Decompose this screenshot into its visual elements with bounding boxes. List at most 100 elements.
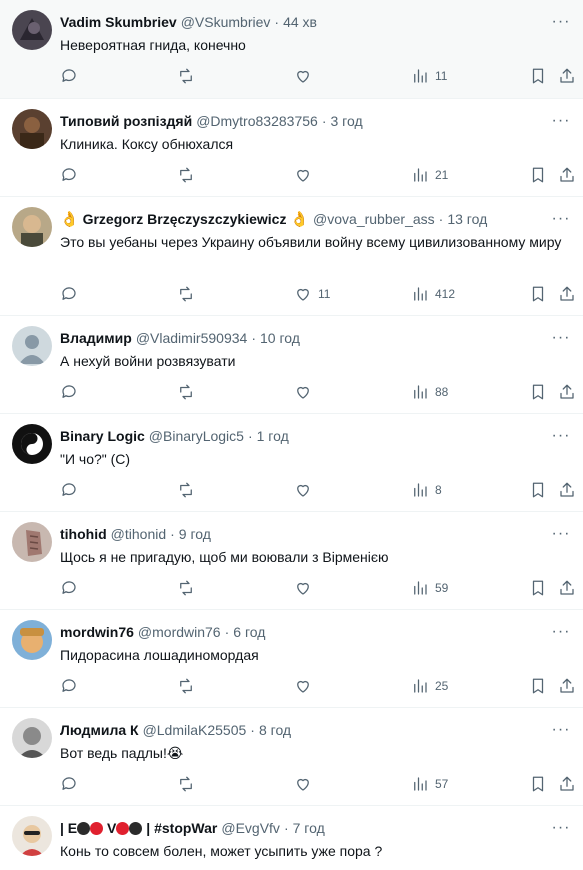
retweet-button[interactable]: [177, 165, 195, 185]
user-handle[interactable]: @VSkumbriev: [181, 14, 271, 30]
bookmark-button[interactable]: [529, 480, 547, 500]
more-options-icon[interactable]: ···: [551, 209, 571, 229]
timestamp[interactable]: 7 год: [293, 820, 325, 836]
like-button[interactable]: [294, 66, 318, 86]
views-button[interactable]: 412: [411, 284, 455, 304]
user-handle[interactable]: @EvgVfv: [221, 820, 280, 836]
more-options-icon[interactable]: ···: [551, 622, 571, 642]
like-button[interactable]: [294, 774, 318, 794]
like-button[interactable]: 11: [294, 284, 330, 304]
avatar[interactable]: [12, 620, 52, 660]
display-name[interactable]: Людмила К: [60, 722, 139, 738]
user-handle[interactable]: @Dmytro83283756: [196, 113, 318, 129]
retweet-button[interactable]: [177, 66, 195, 86]
display-name[interactable]: Типовий розпіздяй: [60, 113, 192, 129]
avatar[interactable]: [12, 424, 52, 464]
reply-tweet[interactable]: Людмила К @LdmilaK25505 · 8 год ··· Вот вед…: [0, 708, 583, 806]
display-name[interactable]: tihohid: [60, 526, 107, 542]
reply-button[interactable]: [60, 676, 78, 696]
reply-button[interactable]: [60, 480, 78, 500]
reply-button[interactable]: [60, 382, 78, 402]
retweet-button[interactable]: [177, 284, 195, 304]
retweet-button[interactable]: [177, 382, 195, 402]
share-button[interactable]: [558, 676, 576, 696]
share-button[interactable]: [558, 165, 576, 185]
more-options-icon[interactable]: ···: [551, 426, 571, 446]
avatar[interactable]: [12, 207, 52, 247]
display-name[interactable]: Grzegorz Brzęczyszczykiewicz: [83, 211, 287, 227]
user-handle[interactable]: @tihonid: [111, 526, 166, 542]
bookmark-button[interactable]: [529, 578, 547, 598]
bookmark-button[interactable]: [529, 284, 547, 304]
reply-tweet[interactable]: mordwin76 @mordwin76 · 6 год ··· Пидорасина…: [0, 610, 583, 708]
display-name[interactable]: | E V | #stopWar: [60, 820, 217, 836]
timestamp[interactable]: 1 год: [257, 428, 289, 444]
timestamp[interactable]: 10 год: [260, 330, 300, 346]
reply-tweet[interactable]: Binary Logic @BinaryLogic5 · 1 год ··· "И ч…: [0, 414, 583, 512]
views-button[interactable]: 8: [411, 480, 442, 500]
bookmark-button[interactable]: [529, 165, 547, 185]
reply-tweet[interactable]: Владимир @Vladimir590934 · 10 год ··· А нех…: [0, 316, 583, 414]
user-handle[interactable]: @Vladimir590934: [136, 330, 248, 346]
timestamp[interactable]: 44 хв: [283, 14, 317, 30]
user-handle[interactable]: @LdmilaK25505: [143, 722, 247, 738]
avatar[interactable]: [12, 816, 52, 856]
display-name[interactable]: Vadim Skumbriev: [60, 14, 177, 30]
like-button[interactable]: [294, 165, 318, 185]
avatar[interactable]: [12, 10, 52, 50]
reply-tweet[interactable]: | E V | #stopWar @EvgVfv · 7 год ··· Конь т…: [0, 806, 583, 866]
bookmark-button[interactable]: [529, 66, 547, 86]
bookmark-button[interactable]: [529, 382, 547, 402]
share-button[interactable]: [558, 66, 576, 86]
views-button[interactable]: 25: [411, 676, 448, 696]
more-options-icon[interactable]: ···: [551, 524, 571, 544]
more-options-icon[interactable]: ···: [551, 111, 571, 131]
timestamp[interactable]: 8 год: [259, 722, 291, 738]
display-name[interactable]: Binary Logic: [60, 428, 145, 444]
retweet-button[interactable]: [177, 676, 195, 696]
bookmark-button[interactable]: [529, 676, 547, 696]
reply-tweet[interactable]: Vadim Skumbriev @VSkumbriev · 44 хв ··· Нев…: [0, 0, 583, 99]
retweet-button[interactable]: [177, 578, 195, 598]
timestamp[interactable]: 13 год: [447, 211, 487, 227]
reply-button[interactable]: [60, 284, 78, 304]
like-button[interactable]: [294, 480, 318, 500]
like-button[interactable]: [294, 676, 318, 696]
reply-tweet[interactable]: tihohid @tihonid · 9 год ··· Щось я не приг…: [0, 512, 583, 610]
display-name[interactable]: mordwin76: [60, 624, 134, 640]
avatar[interactable]: [12, 522, 52, 562]
reply-button[interactable]: [60, 165, 78, 185]
timestamp[interactable]: 6 год: [233, 624, 265, 640]
retweet-button[interactable]: [177, 480, 195, 500]
retweet-button[interactable]: [177, 774, 195, 794]
user-handle[interactable]: @mordwin76: [138, 624, 221, 640]
views-button[interactable]: 59: [411, 578, 448, 598]
user-handle[interactable]: @BinaryLogic5: [149, 428, 244, 444]
timestamp[interactable]: 3 год: [330, 113, 362, 129]
like-button[interactable]: [294, 382, 318, 402]
share-button[interactable]: [558, 284, 576, 304]
views-button[interactable]: 57: [411, 774, 448, 794]
reply-button[interactable]: [60, 66, 78, 86]
views-button[interactable]: 21: [411, 165, 448, 185]
timestamp[interactable]: 9 год: [179, 526, 211, 542]
avatar[interactable]: [12, 718, 52, 758]
bookmark-button[interactable]: [529, 774, 547, 794]
more-options-icon[interactable]: ···: [551, 720, 571, 740]
user-handle[interactable]: @vova_rubber_ass: [313, 211, 435, 227]
reply-tweet[interactable]: Типовий розпіздяй @Dmytro83283756 · 3 год ·…: [0, 99, 583, 197]
more-options-icon[interactable]: ···: [551, 818, 571, 838]
reply-button[interactable]: [60, 578, 78, 598]
views-button[interactable]: 11: [411, 66, 447, 86]
avatar[interactable]: [12, 109, 52, 149]
like-button[interactable]: [294, 578, 318, 598]
display-name[interactable]: Владимир: [60, 330, 132, 346]
share-button[interactable]: [558, 480, 576, 500]
views-button[interactable]: 88: [411, 382, 448, 402]
more-options-icon[interactable]: ···: [551, 12, 571, 32]
reply-tweet[interactable]: 👌 Grzegorz Brzęczyszczykiewicz 👌 @vova_ru…: [0, 197, 583, 316]
more-options-icon[interactable]: ···: [551, 328, 571, 348]
share-button[interactable]: [558, 382, 576, 402]
share-button[interactable]: [558, 774, 576, 794]
reply-button[interactable]: [60, 774, 78, 794]
